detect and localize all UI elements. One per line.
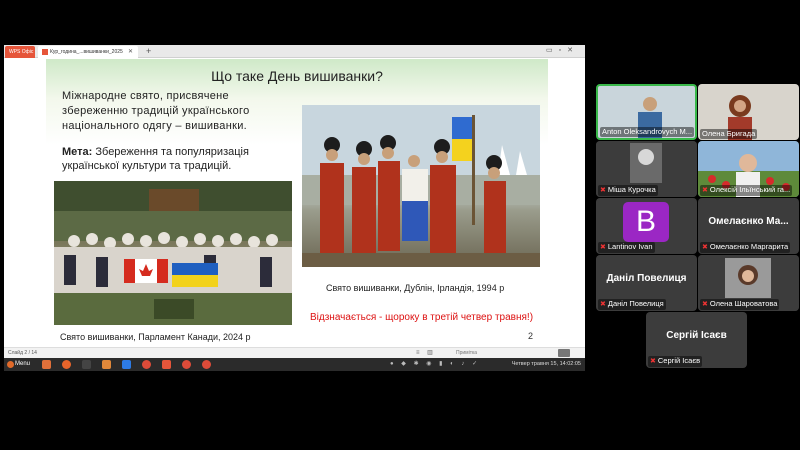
goal-label: Мета: — [62, 146, 93, 158]
participant-tile-4[interactable]: ✖ Олексій Ільїнський га... — [698, 141, 799, 197]
files-icon[interactable] — [42, 360, 51, 369]
participant-name: ✖ Омелаєнко Маргарита — [700, 242, 791, 253]
caption-celebration-date: Відзначається - щороку в третій четвер т… — [310, 312, 534, 323]
mic-off-icon: ✖ — [702, 301, 708, 308]
photo-dublin — [302, 105, 540, 267]
participant-name-text: Lantinov Ivan — [607, 242, 653, 251]
clock: Четвер травня 15, 14:02:05 — [511, 361, 581, 367]
participant-name-text: Омелаєнко Маргарита — [709, 242, 789, 251]
participant-name-text: Олена Шароватова — [709, 299, 778, 308]
participant-name: ✖ Lantinov Ivan — [598, 242, 655, 253]
dublin-photo-illustration — [302, 105, 540, 267]
participant-name-text: Олексій Ільїнський га... — [709, 185, 791, 194]
mic-off-icon: ✖ — [650, 358, 656, 365]
chrome-icon[interactable] — [142, 360, 151, 369]
avatar-letter: B — [623, 202, 669, 242]
participant-display-name: Даніл Повелиця — [606, 273, 687, 284]
slide-goal-text: Мета: Збереження та популяризація україн… — [62, 145, 292, 173]
mic-off-icon: ✖ — [600, 244, 606, 251]
participant-name: ✖ Сергій Ісаєв — [648, 356, 703, 367]
participant-name-text: Міша Курочка — [607, 185, 656, 194]
participant-tile-6[interactable]: Омелаєнко Ма... ✖ Омелаєнко Маргарита — [698, 198, 799, 254]
participant-display-name: Омелаєнко Ма... — [708, 216, 789, 227]
tab-presentation[interactable]: Кур_година_...вишиванки_2025 — [38, 46, 138, 58]
participant-name: ✖ Олексій Ільїнський га... — [700, 185, 793, 196]
slide-area: Що таке День вишиванки? Міжнародне свято… — [4, 59, 585, 347]
participant-tile-9[interactable]: Сергій Ісаєв ✖ Сергій Ісаєв — [646, 312, 747, 368]
photo-canada-parliament — [54, 181, 292, 325]
start-menu-button[interactable]: Menu — [6, 360, 30, 369]
participant-name-text: Сергій Ісаєв — [657, 356, 701, 365]
shared-screen: WPS Офіс Кур_година_...вишиванки_2025 ✕ … — [4, 45, 585, 371]
participant-tile-7[interactable]: Даніл Повелиця ✖ Даніл Повелиця — [596, 255, 697, 311]
chrome-icon-2[interactable] — [182, 360, 191, 369]
participant-tile-1[interactable]: Anton Oleksandrovych M... — [596, 84, 697, 140]
slide: Що таке День вишиванки? Міжнародне свято… — [46, 59, 548, 345]
tab-bar: WPS Офіс Кур_година_...вишиванки_2025 ✕ … — [4, 45, 585, 58]
slide-counter: Слайд 2 / 14 — [8, 350, 37, 356]
participant-tile-8[interactable]: ✖ Олена Шароватова — [698, 255, 799, 311]
close-tab-icon[interactable]: ✕ — [128, 46, 133, 58]
status-bar: Слайд 2 / 14 ≡ ▥ Примітка — [4, 347, 585, 358]
mic-off-icon: ✖ — [600, 187, 606, 194]
notes-button[interactable]: Примітка — [456, 348, 477, 358]
zoom-icon[interactable] — [122, 360, 131, 369]
presentation-icon — [42, 48, 48, 55]
mic-off-icon: ✖ — [702, 187, 708, 194]
mic-off-icon: ✖ — [702, 244, 708, 251]
participant-name-text: Даніл Повелиця — [607, 299, 664, 308]
window-controls[interactable]: ▭▫✕ — [546, 45, 579, 57]
participant-name: Anton Oleksandrovych M... — [600, 127, 695, 137]
os-taskbar: Menu ● ◆ ✱ ◉ ▮ ◐ ♪ ✓ Четвер травня 15, 1… — [4, 358, 585, 371]
folder-icon[interactable] — [102, 360, 111, 369]
tab-wps-office[interactable]: WPS Офіс — [5, 46, 35, 58]
participant-name: ✖ Міша Курочка — [598, 185, 658, 196]
participant-name: ✖ Олена Шароватова — [700, 299, 780, 310]
tab-presentation-label: Кур_година_...вишиванки_2025 — [50, 49, 123, 55]
add-tab-button[interactable]: + — [146, 45, 151, 57]
caption-canada: Свято вишиванки, Парламент Канади, 2024 … — [60, 332, 251, 342]
participant-display-name: Сергій Ісаєв — [666, 330, 727, 341]
firefox-icon[interactable] — [62, 360, 71, 369]
participant-tile-2[interactable]: Олена Бригада — [698, 84, 799, 140]
participant-name: ✖ Даніл Повелиця — [598, 299, 666, 310]
participant-tile-3[interactable]: ✖ Міша Курочка — [596, 141, 697, 197]
wps-presentation-icon[interactable] — [162, 360, 171, 369]
system-tray-icons[interactable]: ● ◆ ✱ ◉ ▮ ◐ ♪ ✓ — [390, 358, 480, 371]
meeting-stage: WPS Офіс Кур_година_...вишиванки_2025 ✕ … — [0, 0, 800, 450]
participant-tile-5[interactable]: B ✖ Lantinov Ivan — [596, 198, 697, 254]
slide-title: Що таке День вишиванки? — [211, 68, 383, 84]
slide-number: 2 — [528, 331, 534, 341]
mic-off-icon: ✖ — [600, 301, 606, 308]
slide-intro-text: Міжнародне свято, присвячене збереженню … — [62, 90, 250, 132]
view-controls[interactable]: ≡ ▥ — [416, 348, 436, 358]
terminal-icon[interactable] — [82, 360, 91, 369]
chrome-icon-3[interactable] — [202, 360, 211, 369]
participant-name: Олена Бригада — [700, 129, 758, 139]
slideshow-play-button[interactable] — [558, 349, 570, 357]
canada-photo-illustration — [54, 181, 292, 325]
caption-dublin: Свято вишиванки, Дублін, Ірландія, 1994 … — [326, 283, 505, 293]
